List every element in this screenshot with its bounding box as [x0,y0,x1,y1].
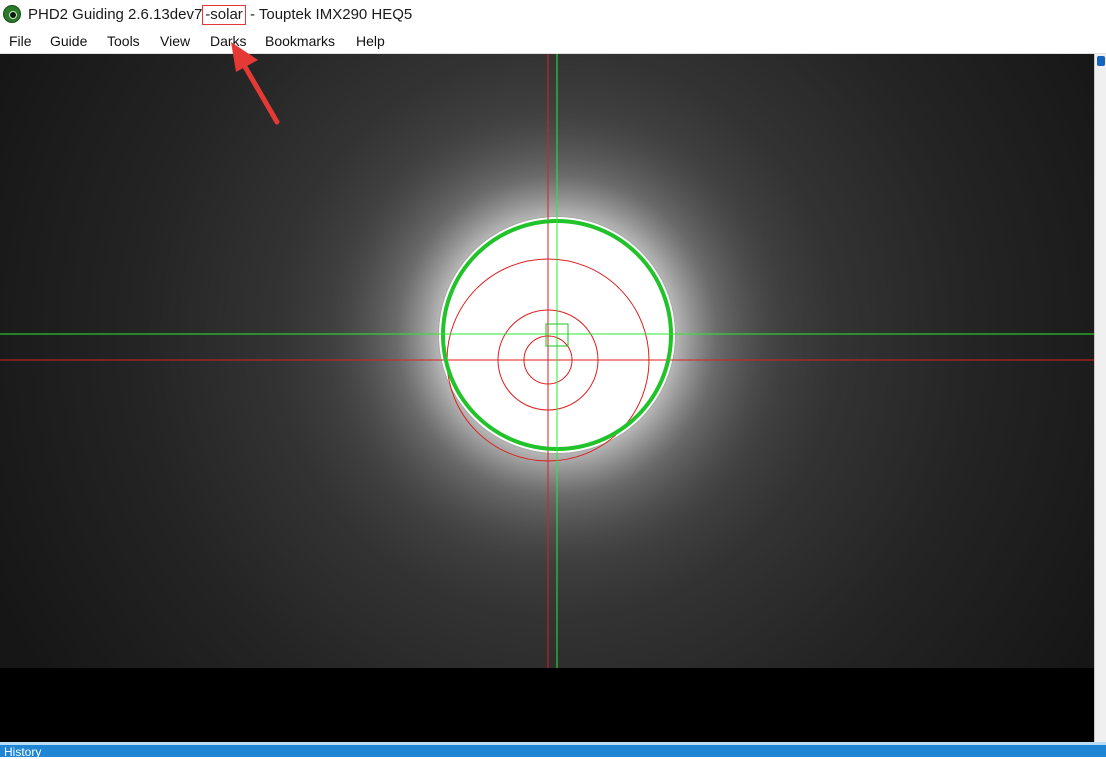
menu-help[interactable]: Help [356,33,385,50]
guide-camera-image[interactable] [0,54,1094,668]
guide-overlay [0,54,1094,668]
menu-view[interactable]: View [160,33,190,50]
image-bottom-strip [0,668,1094,742]
window-titlebar: PHD2 Guiding 2.6.13dev7 -solar - Touptek … [0,0,1106,30]
title-prefix: PHD2 Guiding 2.6.13dev7 [28,6,203,23]
menu-file[interactable]: File [9,33,32,50]
window-title: PHD2 Guiding 2.6.13dev7 -solar - Touptek … [28,5,413,25]
menu-bookmarks[interactable]: Bookmarks [265,33,335,50]
menu-darks[interactable]: Darks [210,33,247,50]
right-side-panel-edge[interactable] [1094,54,1106,742]
panel-toggle-icon[interactable] [1097,56,1105,66]
title-suffix: - Touptek IMX290 HEQ5 [245,6,413,23]
title-highlight-box: -solar [202,5,246,25]
menu-guide[interactable]: Guide [50,33,87,50]
phd2-eye-icon [3,5,21,23]
menu-tools[interactable]: Tools [107,33,140,50]
history-label: History [4,745,42,759]
menu-bar: File Guide Tools View Darks Bookmarks He… [0,30,1106,54]
history-panel-header[interactable]: History [0,742,1106,759]
